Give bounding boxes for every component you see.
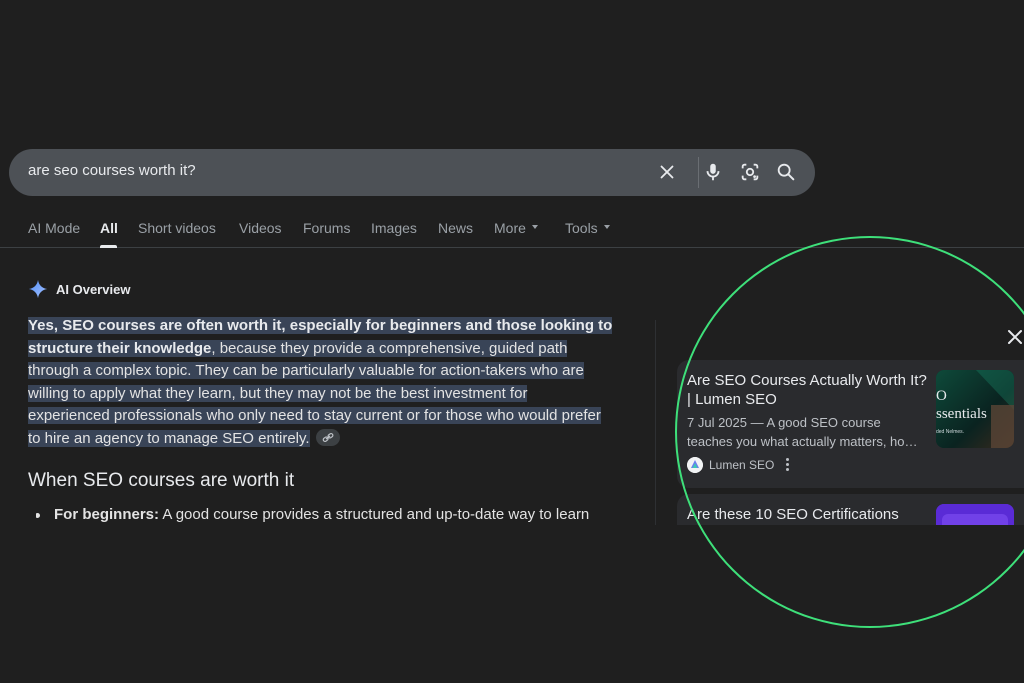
- bullet-body: A good course provides a structured and …: [159, 506, 590, 523]
- active-tab-indicator: [100, 245, 117, 248]
- link-icon: [322, 432, 334, 443]
- tab-ai-mode[interactable]: AI Mode: [28, 220, 80, 236]
- ai-answer-line-2: , because they provide a comprehensive, …: [211, 339, 568, 357]
- search-bar-divider: [698, 157, 699, 188]
- ai-overview-text: Yes, SEO courses are often worth it, esp…: [28, 315, 628, 450]
- tab-forums[interactable]: Forums: [303, 220, 350, 236]
- ai-answer-bold-1: Yes, SEO courses are often worth it, esp…: [28, 317, 613, 334]
- search-bar[interactable]: are seo courses worth it?: [9, 149, 815, 196]
- search-icon[interactable]: [775, 161, 797, 183]
- tab-more[interactable]: More: [494, 220, 538, 236]
- bullet-dot: [36, 513, 40, 518]
- section-heading: When SEO courses are worth it: [28, 470, 295, 491]
- ai-overview-title: AI Overview: [56, 281, 131, 297]
- gemini-sparkle-icon: [28, 279, 48, 299]
- tab-all[interactable]: All: [100, 220, 118, 236]
- tab-tools-label: Tools: [565, 220, 598, 236]
- ai-answer-bold-2: structure their knowledge: [28, 339, 212, 357]
- ai-answer-line-6: to hire an agency to manage SEO entirely…: [28, 429, 310, 447]
- tab-short-videos[interactable]: Short videos: [138, 220, 216, 236]
- lens-camera-icon[interactable]: [739, 161, 761, 183]
- bullet-text: For beginners: A good course provides a …: [54, 506, 589, 523]
- search-results-page: are seo courses worth it? AI Mode All Sh…: [0, 0, 1024, 683]
- tab-more-label: More: [494, 220, 526, 236]
- chevron-down-icon: [603, 225, 610, 230]
- ai-answer-line-4: willing to apply what they learn, but th…: [28, 384, 528, 402]
- tab-tools[interactable]: Tools: [565, 220, 610, 236]
- source-link-chip[interactable]: [315, 429, 340, 447]
- ai-answer-line-5: experienced professionals who only need …: [28, 407, 601, 424]
- search-input[interactable]: are seo courses worth it?: [28, 162, 628, 179]
- bullet-label: For beginners:: [54, 506, 160, 523]
- tab-videos[interactable]: Videos: [239, 220, 282, 236]
- microphone-icon[interactable]: [702, 161, 724, 183]
- chevron-down-icon: [531, 225, 538, 230]
- tab-images[interactable]: Images: [371, 220, 417, 236]
- ai-answer-line-3: through a complex topic. They can be par…: [28, 362, 584, 379]
- panel-divider: [655, 320, 656, 525]
- clear-icon[interactable]: [656, 161, 678, 183]
- list-item: For beginners: A good course provides a …: [36, 506, 616, 523]
- tab-news[interactable]: News: [438, 220, 473, 236]
- ai-overview-header: AI Overview: [28, 279, 130, 299]
